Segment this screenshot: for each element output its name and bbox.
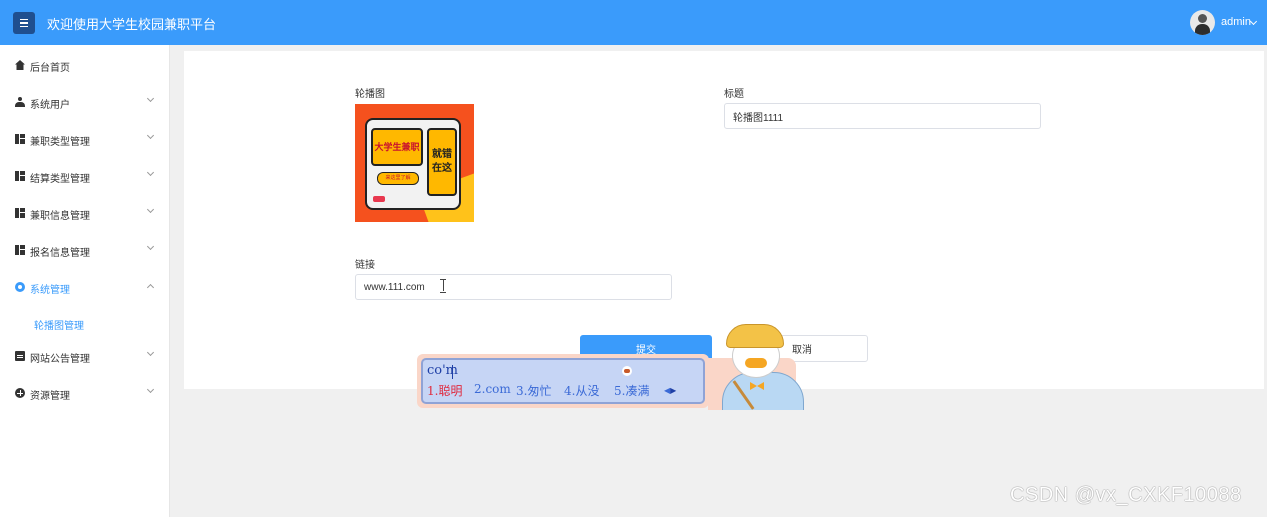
sidebar-item-label: 网站公告管理: [30, 354, 90, 365]
sidebar-item-label: 兼职类型管理: [30, 137, 90, 148]
avatar[interactable]: [1190, 10, 1215, 35]
document-icon: [15, 351, 25, 361]
duck-mascot: [708, 322, 806, 410]
chevron-down-icon: [146, 205, 155, 214]
plus-circle-icon: [15, 388, 25, 398]
chevron-down-icon: [146, 385, 155, 394]
sidebar-item-announcements[interactable]: 网站公告管理: [0, 337, 169, 374]
sidebar-item-registrations[interactable]: 报名信息管理: [0, 231, 169, 268]
user-icon: [15, 97, 25, 107]
sidebar-item-system-management[interactable]: 系统管理: [0, 268, 169, 305]
banner-text: 大学生兼职: [371, 128, 423, 166]
sidebar-subitem-carousel[interactable]: 轮播图管理: [34, 317, 84, 332]
sidebar-item-settlement-types[interactable]: 结算类型管理: [0, 157, 169, 194]
image-label: 轮播图: [355, 89, 385, 100]
grid-icon: [15, 134, 25, 144]
chevron-down-icon: [146, 131, 155, 140]
home-icon: [15, 60, 25, 70]
carousel-image-upload[interactable]: 大学生兼职 就错 在这 来这里了解: [355, 104, 474, 222]
sidebar-item-label: 报名信息管理: [30, 248, 90, 259]
sidebar-item-system-users[interactable]: 系统用户: [0, 83, 169, 120]
ime-page-arrows-icon[interactable]: ◀▶: [664, 386, 676, 395]
ime-candidate[interactable]: 4.从没: [564, 382, 599, 399]
link-field[interactable]: [355, 274, 672, 300]
ime-composition: co'm: [427, 363, 459, 378]
sidebar-item-label: 系统管理: [30, 285, 70, 296]
ime-caret: [452, 365, 453, 379]
sidebar-item-label: 系统用户: [30, 100, 70, 111]
chevron-down-icon: [146, 242, 155, 251]
title-label: 标题: [724, 89, 744, 100]
user-menu-name[interactable]: admin: [1221, 16, 1251, 28]
ime-candidate[interactable]: 2.com: [474, 382, 511, 396]
emoji-icon[interactable]: [622, 366, 632, 376]
link-label: 链接: [355, 260, 375, 271]
sidebar-item-label: 资源管理: [30, 391, 70, 402]
chevron-down-icon[interactable]: [1249, 17, 1258, 26]
title-field[interactable]: [724, 103, 1041, 129]
ime-candidate[interactable]: 5.凑满: [614, 382, 649, 399]
top-navbar: 欢迎使用大学生校园兼职平台 admin: [0, 0, 1267, 45]
sidebar-item-label: 后台首页: [30, 63, 70, 74]
chevron-up-icon: [146, 283, 155, 292]
chevron-down-icon: [146, 348, 155, 357]
chevron-down-icon: [146, 94, 155, 103]
sidebar-item-job-types[interactable]: 兼职类型管理: [0, 120, 169, 157]
banner-text: 就错 在这: [427, 128, 457, 196]
app-title: 欢迎使用大学生校园兼职平台: [47, 17, 217, 32]
text-cursor-icon: [440, 279, 446, 293]
sidebar-item-label: 结算类型管理: [30, 174, 90, 185]
sidebar: 后台首页 系统用户 兼职类型管理 结算类型管理 兼职信息管理 报名信息管理 系统…: [0, 45, 170, 517]
sidebar-item-resources[interactable]: 资源管理: [0, 374, 169, 411]
chevron-down-icon: [146, 168, 155, 177]
sidebar-item-job-info[interactable]: 兼职信息管理: [0, 194, 169, 231]
ime-panel: [421, 358, 705, 404]
sidebar-item-dashboard[interactable]: 后台首页: [0, 46, 169, 83]
watermark: CSDN @vx_CXKF10088: [1010, 484, 1242, 506]
grid-icon: [15, 245, 25, 255]
banner-tag: 来这里了解: [377, 172, 419, 185]
menu-toggle-icon[interactable]: [13, 12, 35, 34]
ime-candidate[interactable]: 3.匆忙: [516, 382, 551, 399]
grid-icon: [15, 171, 25, 181]
sidebar-item-label: 兼职信息管理: [30, 211, 90, 222]
gear-icon: [15, 282, 25, 292]
grid-icon: [15, 208, 25, 218]
ime-candidate[interactable]: 1.聪明: [427, 382, 462, 399]
